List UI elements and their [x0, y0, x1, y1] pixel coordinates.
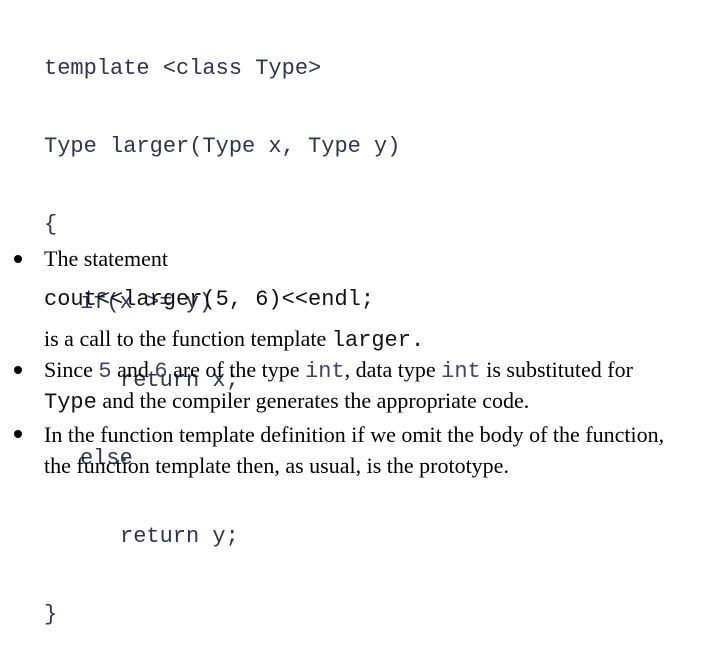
bullet-paragraph: In the function template definition if w…	[44, 422, 665, 478]
bullet-lead-text: The statement	[44, 246, 169, 271]
inline-code-int: int	[441, 359, 481, 384]
code-line: {	[44, 212, 58, 237]
follow-text: is a call to the function template	[44, 326, 332, 351]
inline-code-6: 6	[154, 359, 168, 384]
text-run: and the compiler generates the appropria…	[96, 388, 530, 413]
text-run: is substituted for	[480, 357, 633, 382]
inline-code-5: 5	[98, 359, 112, 384]
bullet-item-type-substitution: Since 5 and 6 are of the type int, data …	[0, 355, 720, 417]
cout-statement-code: cout<<larger(5, 6)<<endl;	[44, 287, 375, 312]
bullet-paragraph: Since 5 and 6 are of the type int, data …	[44, 355, 690, 417]
bullet-item-prototype: In the function template definition if w…	[0, 419, 720, 481]
bullet-follow-paragraph: is a call to the function template large…	[44, 324, 690, 355]
text-run: are of the type	[167, 357, 305, 382]
inline-code-larger: larger.	[331, 328, 425, 353]
bullet-icon	[14, 430, 22, 438]
code-line: }	[44, 602, 58, 627]
bullet-icon	[14, 255, 22, 263]
text-run: , data type	[344, 357, 442, 382]
code-line: return y;	[120, 524, 239, 549]
text-run: and	[111, 357, 155, 382]
inline-code-int: int	[305, 359, 345, 384]
bullet-item-statement-call: The statement cout<<larger(5, 6)<<endl; …	[0, 244, 720, 355]
bullet-icon	[14, 366, 22, 374]
text-run: Since	[44, 357, 99, 382]
bullet-list: The statement cout<<larger(5, 6)<<endl; …	[0, 244, 720, 481]
inline-code-type: Type	[44, 390, 97, 415]
code-line: Type larger(Type x, Type y)	[44, 134, 401, 159]
code-line: template <class Type>	[44, 56, 322, 81]
